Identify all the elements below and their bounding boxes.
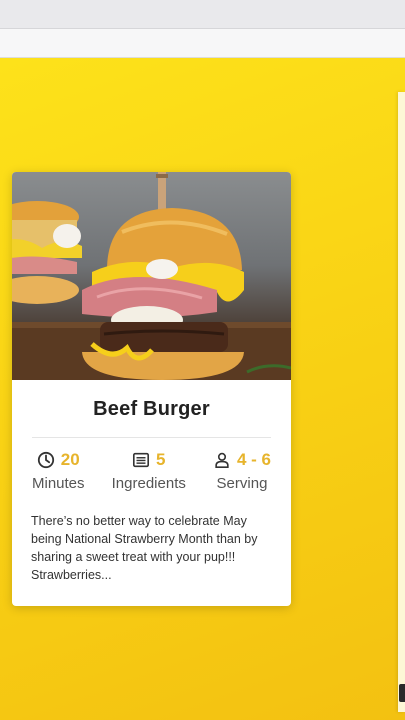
browser-toolbar	[0, 29, 405, 58]
person-icon	[215, 452, 229, 469]
recipe-stats: 20 Minutes 5 Ingredients 4 - 6 Serving	[32, 450, 271, 492]
recipe-image	[12, 172, 291, 380]
stat-ingredients-value: 5	[156, 450, 166, 469]
stat-time-label: Minutes	[32, 475, 85, 492]
clock-icon	[37, 451, 54, 469]
recipe-title[interactable]: Beef Burger	[12, 398, 291, 421]
adjacent-panel-edge	[398, 92, 405, 712]
mouse-cursor	[399, 684, 405, 702]
stat-serving-value: 4 - 6	[236, 450, 271, 469]
list-icon	[133, 452, 150, 468]
browser-tab-strip	[0, 0, 405, 29]
stat-serving: 4 - 6 Serving	[213, 450, 271, 492]
stat-ingredients: 5 Ingredients	[112, 450, 186, 492]
stat-time: 20 Minutes	[32, 450, 85, 492]
recipe-description: There’s no better way to celebrate May b…	[31, 514, 258, 582]
divider	[32, 437, 271, 438]
stat-ingredients-label: Ingredients	[111, 475, 186, 492]
stat-time-value: 20	[60, 450, 80, 469]
recipe-card[interactable]: Beef Burger 20 Minutes 5 Ingredients 4 -…	[12, 172, 291, 606]
stat-serving-label: Serving	[216, 475, 268, 492]
